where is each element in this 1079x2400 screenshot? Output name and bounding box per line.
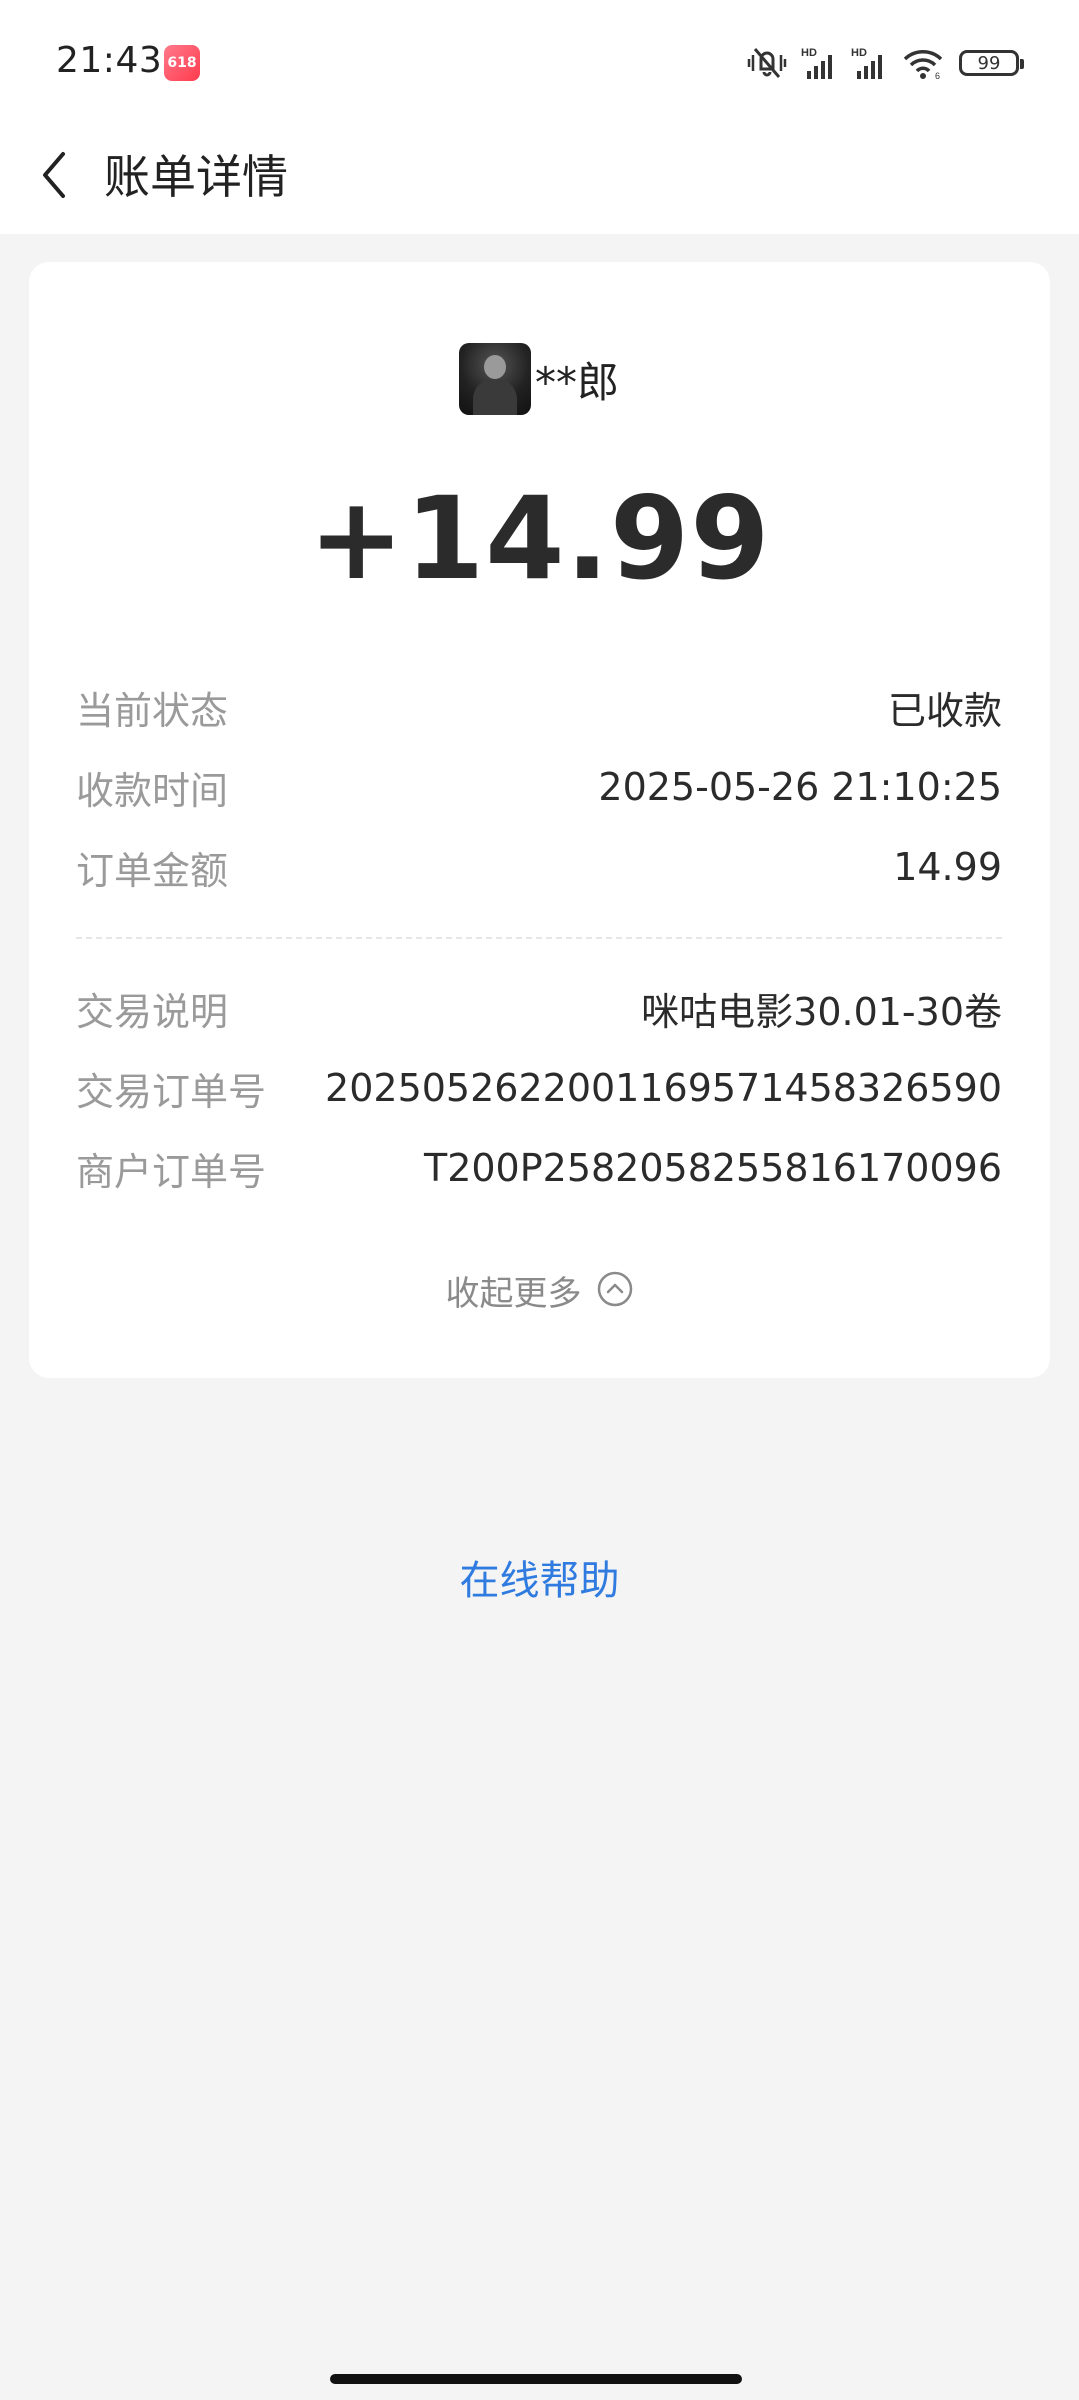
svg-text:6: 6 — [935, 71, 940, 81]
collapse-more-label: 收起更多 — [445, 1274, 582, 1314]
divider — [76, 937, 1002, 939]
chevron-left-icon — [39, 150, 69, 204]
detail-label: 订单金额 — [76, 848, 229, 893]
online-help-link[interactable]: 在线帮助 — [0, 1548, 1079, 1606]
status-icons: HD HD 6 99 — [747, 38, 1024, 88]
battery-icon: 99 — [959, 50, 1024, 76]
detail-value: 咪咕电影30.01-30卷 — [641, 989, 1002, 1034]
detail-value[interactable]: T200P2582058255816170096 — [424, 1146, 1002, 1190]
header-bar: 账单详情 — [0, 120, 1079, 234]
detail-row-description: 交易说明 咪咕电影30.01-30卷 — [76, 980, 1002, 1036]
home-indicator[interactable] — [330, 2374, 742, 2384]
svg-text:HD: HD — [851, 47, 867, 59]
detail-value[interactable]: 2025052622001169571458326590 — [325, 1066, 1002, 1110]
status-time: 21:43 — [56, 40, 163, 81]
detail-label: 商户订单号 — [76, 1149, 267, 1194]
detail-value: 14.99 — [893, 845, 1002, 889]
detail-row-time: 收款时间 2025-05-26 21:10:25 — [76, 759, 1002, 815]
status-bar: 21:43 618 HD HD 6 99 — [0, 0, 1079, 120]
page-title: 账单详情 — [104, 150, 288, 204]
collapse-more-button[interactable]: 收起更多 — [29, 1266, 1050, 1315]
detail-label: 交易订单号 — [76, 1069, 267, 1114]
detail-row-transaction-id: 交易订单号 2025052622001169571458326590 — [76, 1060, 1002, 1116]
avatar — [459, 343, 531, 415]
payer-info: **郎 — [459, 342, 619, 416]
detail-label: 收款时间 — [76, 768, 229, 813]
detail-value: 2025-05-26 21:10:25 — [598, 765, 1002, 809]
app-notification-icon: 618 — [164, 45, 200, 81]
detail-label: 当前状态 — [76, 688, 229, 733]
svg-text:HD: HD — [801, 47, 817, 59]
payer-name: **郎 — [535, 357, 620, 407]
bill-card: **郎 +14.99 当前状态 已收款 收款时间 2025-05-26 21:1… — [29, 262, 1050, 1378]
hd-signal-icon: HD — [851, 45, 887, 81]
back-button[interactable] — [24, 142, 84, 212]
detail-row-status: 当前状态 已收款 — [76, 679, 1002, 735]
wifi-icon: 6 — [901, 45, 945, 81]
detail-row-merchant-order-id: 商户订单号 T200P2582058255816170096 — [76, 1140, 1002, 1196]
chevron-up-circle-icon — [596, 1270, 634, 1312]
hd-signal-icon: HD — [801, 45, 837, 81]
mute-vibrate-icon — [747, 45, 787, 81]
detail-row-order-amount: 订单金额 14.99 — [76, 839, 1002, 895]
detail-value: 已收款 — [887, 688, 1002, 733]
detail-label: 交易说明 — [76, 989, 229, 1034]
amount: +14.99 — [308, 472, 771, 605]
